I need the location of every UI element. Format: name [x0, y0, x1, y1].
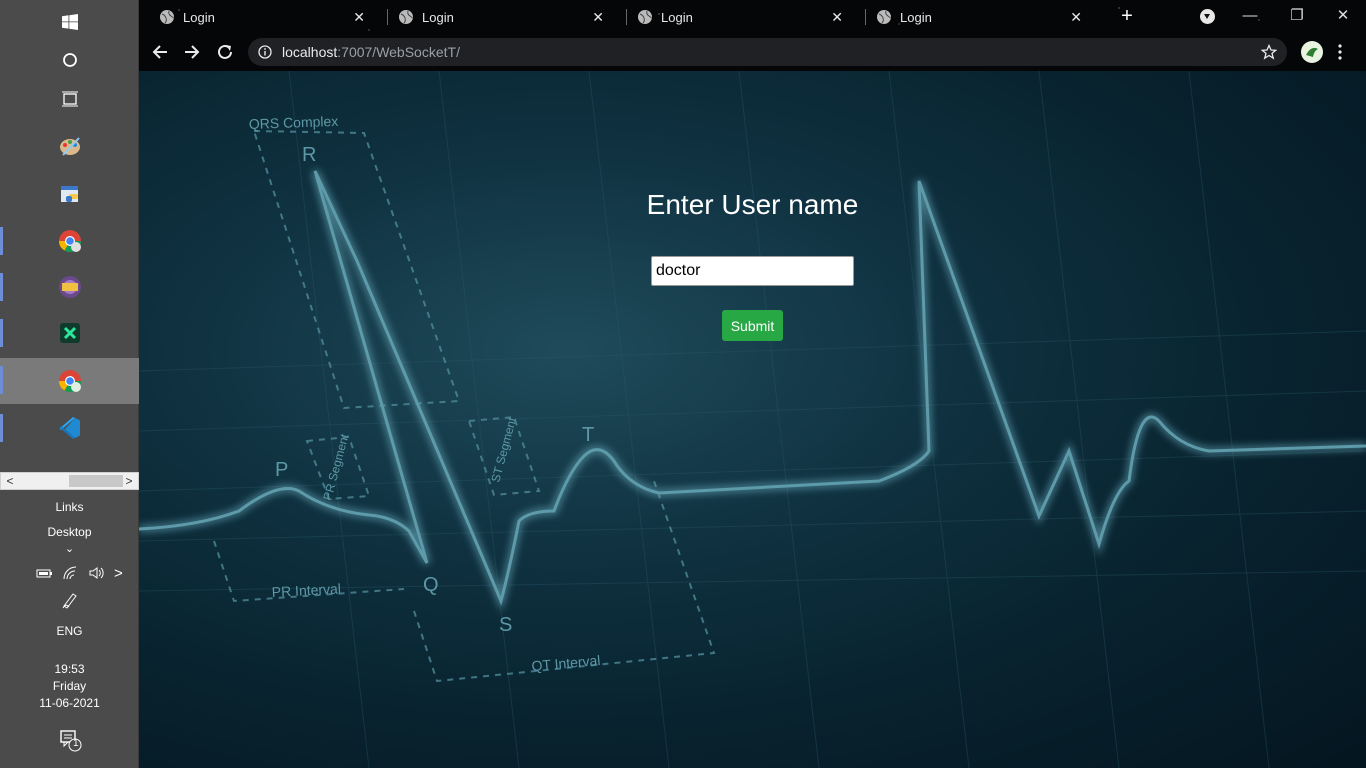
restore-button[interactable]: ❐ — [1287, 6, 1307, 26]
tab-title: Login — [661, 9, 693, 25]
bookmark-star-icon[interactable] — [1261, 44, 1277, 60]
ecg-background-image: QRS Complex R P Q S T PR Segment ST Segm… — [139, 71, 1366, 768]
task-view-icon — [61, 91, 78, 107]
browser-tab-2[interactable]: Login ✕ — [378, 4, 616, 30]
tab-title: Login — [900, 9, 932, 25]
taskbar-app-chrome-1[interactable] — [0, 219, 139, 263]
qrs-complex-label: QRS Complex — [249, 113, 339, 132]
cortana-circle-icon — [62, 53, 77, 67]
close-window-button[interactable]: ✕ — [1333, 6, 1353, 26]
windows-logo-icon — [61, 14, 78, 30]
browser-window: Login ✕ Login ✕ Login ✕ Login ✕ + — ❐ ✕ — [139, 0, 1366, 768]
gear-ide-icon — [58, 276, 81, 298]
taskbar-scrollbar[interactable]: < > — [0, 472, 139, 490]
tab-close-icon[interactable]: ✕ — [1070, 9, 1082, 26]
desktop-toolbar[interactable]: Desktop — [0, 525, 139, 539]
tab-close-icon[interactable]: ✕ — [353, 9, 365, 26]
forward-button[interactable] — [180, 40, 204, 64]
clock[interactable]: 19:53 Friday 11-06-2021 — [0, 661, 139, 712]
browser-tab-4[interactable]: Login ✕ — [856, 4, 1094, 30]
links-toolbar[interactable]: Links — [0, 500, 139, 514]
tab-search-icon[interactable] — [1200, 9, 1215, 24]
url-host: localhost — [282, 44, 338, 60]
taskbar: < > Links Desktop ⌄ > ENG 19:53 Friday 1… — [0, 0, 139, 768]
tab-title: Login — [183, 9, 215, 25]
p-wave-label: P — [275, 459, 288, 481]
globe-icon — [160, 10, 174, 24]
search-button[interactable] — [0, 38, 139, 82]
profile-avatar[interactable] — [1301, 41, 1323, 63]
taskbar-app-paint[interactable] — [0, 124, 139, 168]
taskbar-app-python[interactable] — [0, 172, 139, 216]
r-wave-label: R — [302, 144, 316, 166]
username-input[interactable] — [651, 256, 854, 286]
url-path: :7007/WebSocketT/ — [337, 44, 460, 60]
info-icon[interactable] — [258, 45, 272, 59]
clock-date: 11-06-2021 — [39, 696, 100, 710]
globe-icon — [399, 10, 413, 24]
desktop-chevron-icon[interactable]: ⌄ — [0, 542, 139, 555]
pr-interval-label: PR Interval — [271, 580, 341, 600]
language-indicator[interactable]: ENG — [0, 624, 139, 638]
forward-arrow-icon — [185, 45, 200, 59]
back-arrow-icon — [152, 45, 167, 59]
taskbar-app-excel-like[interactable] — [0, 311, 139, 355]
profile-bird-icon — [1306, 47, 1318, 57]
clock-day: Friday — [52, 679, 87, 693]
reload-button[interactable] — [213, 40, 237, 64]
url-text[interactable]: localhost:7007/WebSocketT/ — [282, 44, 460, 60]
browser-tab-3[interactable]: Login ✕ — [617, 4, 855, 30]
pen-workspace-button[interactable] — [0, 578, 139, 622]
browser-chrome: Login ✕ Login ✕ Login ✕ Login ✕ + — ❐ ✕ — [139, 0, 1366, 71]
tab-title: Login — [422, 9, 454, 25]
st-segment-label: ST Segment — [488, 415, 519, 483]
address-bar[interactable]: localhost:7007/WebSocketT/ — [248, 38, 1287, 66]
q-wave-label: Q — [423, 574, 439, 596]
reload-icon — [218, 44, 232, 59]
browser-tab-1[interactable]: Login ✕ — [139, 4, 377, 30]
tab-close-icon[interactable]: ✕ — [592, 9, 604, 26]
python-file-icon — [60, 186, 78, 202]
s-wave-label: S — [499, 614, 512, 636]
new-tab-button[interactable]: + — [1117, 6, 1137, 26]
scroll-right-arrow[interactable]: > — [121, 473, 137, 489]
qt-interval-label: QT Interval — [531, 652, 601, 674]
action-center-button[interactable]: 1 — [0, 718, 139, 762]
taskbar-app-ide[interactable] — [0, 265, 139, 309]
paint-palette-icon — [59, 137, 80, 156]
taskbar-app-chrome-2[interactable] — [0, 358, 139, 404]
submit-button[interactable]: Submit — [722, 310, 783, 341]
tab-close-icon[interactable]: ✕ — [831, 9, 843, 26]
more-menu-icon[interactable] — [1337, 42, 1343, 62]
page-content: QRS Complex R P Q S T PR Segment ST Segm… — [139, 71, 1366, 768]
scroll-thumb[interactable] — [69, 475, 123, 487]
vscode-icon — [59, 417, 80, 439]
notification-count-badge: 1 — [73, 738, 79, 749]
task-view-button[interactable] — [0, 77, 139, 121]
pen-icon — [62, 593, 77, 609]
globe-icon — [638, 10, 652, 24]
taskbar-app-vscode[interactable] — [0, 406, 139, 450]
pr-segment-label: PR Segment — [320, 432, 351, 502]
back-button[interactable] — [148, 40, 172, 64]
spreadsheet-app-icon — [59, 323, 80, 343]
t-wave-label: T — [582, 424, 594, 446]
clock-time: 19:53 — [54, 662, 85, 676]
minimize-button[interactable]: — — [1240, 6, 1260, 26]
scroll-left-arrow[interactable]: < — [2, 473, 18, 489]
globe-icon — [877, 10, 891, 24]
page-title: Enter User name — [646, 189, 859, 220]
chrome-icon — [58, 230, 81, 252]
chrome-icon — [58, 370, 81, 392]
